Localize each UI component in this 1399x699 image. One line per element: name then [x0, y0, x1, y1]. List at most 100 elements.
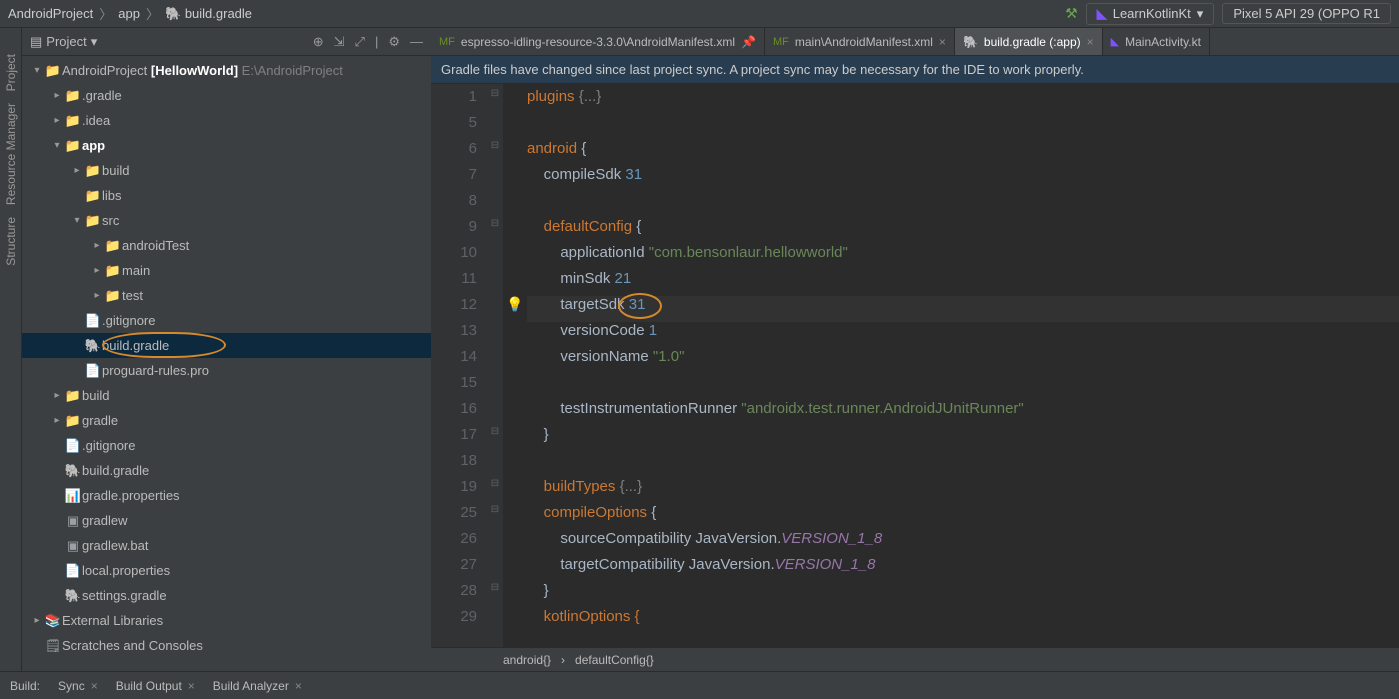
code-line[interactable]: applicationId "com.bensonlaur.hellowworl… [527, 244, 1399, 270]
code-editor[interactable]: 156789101112131415161718192526272829 ⊟⊟⊟… [431, 84, 1399, 647]
gutter-icon[interactable] [503, 244, 527, 270]
code-line[interactable]: plugins {...} [527, 88, 1399, 114]
fold-marker[interactable] [487, 192, 503, 218]
editor-tab[interactable]: 🐘build.gradle (:app)× [955, 28, 1103, 55]
tree-chevron[interactable]: ▸ [90, 290, 104, 301]
code-line[interactable]: buildTypes {...} [527, 478, 1399, 504]
gutter-icon[interactable] [503, 322, 527, 348]
gutter-icon[interactable] [503, 556, 527, 582]
close-icon[interactable]: × [295, 679, 302, 693]
tree-node-test[interactable]: ▸📁test [22, 283, 431, 308]
close-icon[interactable]: × [188, 679, 195, 693]
tree-node-androidtest[interactable]: ▸📁androidTest [22, 233, 431, 258]
gutter-icon[interactable] [503, 374, 527, 400]
gutter-icon[interactable] [503, 400, 527, 426]
run-config-selector[interactable]: ◣ LearnKotlinKt ▾ [1086, 3, 1215, 25]
fold-marker[interactable] [487, 270, 503, 296]
gutter-icon[interactable] [503, 608, 527, 634]
project-tree[interactable]: ▾📁AndroidProject [HellowWorld] E:\Androi… [22, 56, 431, 671]
tree-node-gradle-properties[interactable]: 📊gradle.properties [22, 483, 431, 508]
tree-node-libs[interactable]: 📁libs [22, 183, 431, 208]
code-line[interactable]: versionName "1.0" [527, 348, 1399, 374]
code-line[interactable]: targetCompatibility JavaVersion.VERSION_… [527, 556, 1399, 582]
tree-node-build-gradle[interactable]: 🐘build.gradle [22, 333, 431, 358]
code-line[interactable] [527, 374, 1399, 400]
close-icon[interactable]: × [1087, 35, 1094, 49]
breadcrumb-item[interactable]: AndroidProject [8, 6, 93, 21]
tree-chevron[interactable]: ▸ [50, 115, 64, 126]
gutter-icon[interactable]: 💡 [503, 296, 527, 322]
tree-node-local-properties[interactable]: 📄local.properties [22, 558, 431, 583]
gutter-icon[interactable] [503, 218, 527, 244]
gutter-icon[interactable] [503, 530, 527, 556]
gear-icon[interactable]: ⚙ [388, 34, 400, 50]
tree-node-build-gradle[interactable]: 🐘build.gradle [22, 458, 431, 483]
fold-marker[interactable]: ⊟ [487, 218, 503, 244]
tree-node-settings-gradle[interactable]: 🐘settings.gradle [22, 583, 431, 608]
close-icon[interactable]: × [91, 679, 98, 693]
editor-tab[interactable]: ◣MainActivity.kt [1103, 28, 1210, 55]
fold-marker[interactable]: ⊟ [487, 582, 503, 608]
breadcrumb-item[interactable]: 🐘 build.gradle [165, 6, 252, 22]
fold-marker[interactable] [487, 348, 503, 374]
project-view-selector[interactable]: ▤ Project ▾ [30, 34, 305, 50]
tree-chevron[interactable]: ▸ [90, 240, 104, 251]
tree-node-build[interactable]: ▸📁build [22, 158, 431, 183]
code-line[interactable] [527, 452, 1399, 478]
gutter-icon[interactable] [503, 504, 527, 530]
fold-marker[interactable] [487, 244, 503, 270]
fold-marker[interactable] [487, 374, 503, 400]
fold-marker[interactable] [487, 166, 503, 192]
close-icon[interactable]: × [939, 35, 946, 49]
bottom-tab-build-analyzer[interactable]: Build Analyzer [213, 679, 289, 693]
tree-node-app[interactable]: ▾📁app [22, 133, 431, 158]
code-line[interactable]: kotlinOptions { [527, 608, 1399, 634]
tree-chevron[interactable]: ▾ [70, 215, 84, 226]
tree-node-build[interactable]: ▸📁build [22, 383, 431, 408]
gutter-icon[interactable] [503, 114, 527, 140]
code-line[interactable]: testInstrumentationRunner "androidx.test… [527, 400, 1399, 426]
tool-window-structure[interactable]: Structure [4, 211, 18, 272]
device-selector[interactable]: Pixel 5 API 29 (OPPO R1 [1222, 3, 1391, 24]
gutter-icon[interactable] [503, 192, 527, 218]
code-line[interactable]: } [527, 426, 1399, 452]
tree-chevron[interactable]: ▾ [50, 140, 64, 151]
code-line[interactable]: targetSdk 31 [527, 296, 1399, 322]
code-line[interactable] [527, 192, 1399, 218]
tree-chevron[interactable]: ▸ [50, 415, 64, 426]
bottom-tab-sync[interactable]: Sync [58, 679, 85, 693]
tree-node-gradlew[interactable]: ▣gradlew [22, 508, 431, 533]
fold-marker[interactable] [487, 556, 503, 582]
tool-window-project[interactable]: Project [4, 48, 18, 97]
editor-crumb[interactable]: android{} [503, 653, 551, 667]
editor-crumb[interactable]: defaultConfig{} [575, 653, 654, 667]
fold-marker[interactable] [487, 452, 503, 478]
gutter-icons[interactable]: 💡 [503, 84, 527, 647]
code-line[interactable]: sourceCompatibility JavaVersion.VERSION_… [527, 530, 1399, 556]
fold-marker[interactable]: ⊟ [487, 504, 503, 530]
code-line[interactable]: minSdk 21 [527, 270, 1399, 296]
code-line[interactable]: android { [527, 140, 1399, 166]
gutter-icon[interactable] [503, 478, 527, 504]
tree-chevron[interactable]: ▸ [50, 90, 64, 101]
fold-marker[interactable]: ⊟ [487, 478, 503, 504]
editor-tab[interactable]: MFmain\AndroidManifest.xml× [765, 28, 955, 55]
tree-node--gradle[interactable]: ▸📁.gradle [22, 83, 431, 108]
fold-marker[interactable]: ⊟ [487, 88, 503, 114]
tree-node-gradle[interactable]: ▸📁gradle [22, 408, 431, 433]
gutter-icon[interactable] [503, 426, 527, 452]
code-line[interactable]: compileOptions { [527, 504, 1399, 530]
fold-column[interactable]: ⊟⊟⊟⊟⊟⊟⊟ [487, 84, 503, 647]
tree-node--gitignore[interactable]: 📄.gitignore [22, 433, 431, 458]
tool-window-resource-manager[interactable]: Resource Manager [4, 97, 18, 211]
code-line[interactable] [527, 114, 1399, 140]
collapse-icon[interactable]: ⤢ [355, 34, 365, 50]
gutter-icon[interactable] [503, 348, 527, 374]
tree-chevron[interactable]: ▸ [50, 390, 64, 401]
tree-node--gitignore[interactable]: 📄.gitignore [22, 308, 431, 333]
gutter-icon[interactable] [503, 166, 527, 192]
fold-marker[interactable] [487, 530, 503, 556]
code-content[interactable]: plugins {...}android { compileSdk 31 def… [527, 84, 1399, 647]
tree-node-androidproject[interactable]: ▾📁AndroidProject [HellowWorld] E:\Androi… [22, 58, 431, 83]
code-line[interactable]: defaultConfig { [527, 218, 1399, 244]
